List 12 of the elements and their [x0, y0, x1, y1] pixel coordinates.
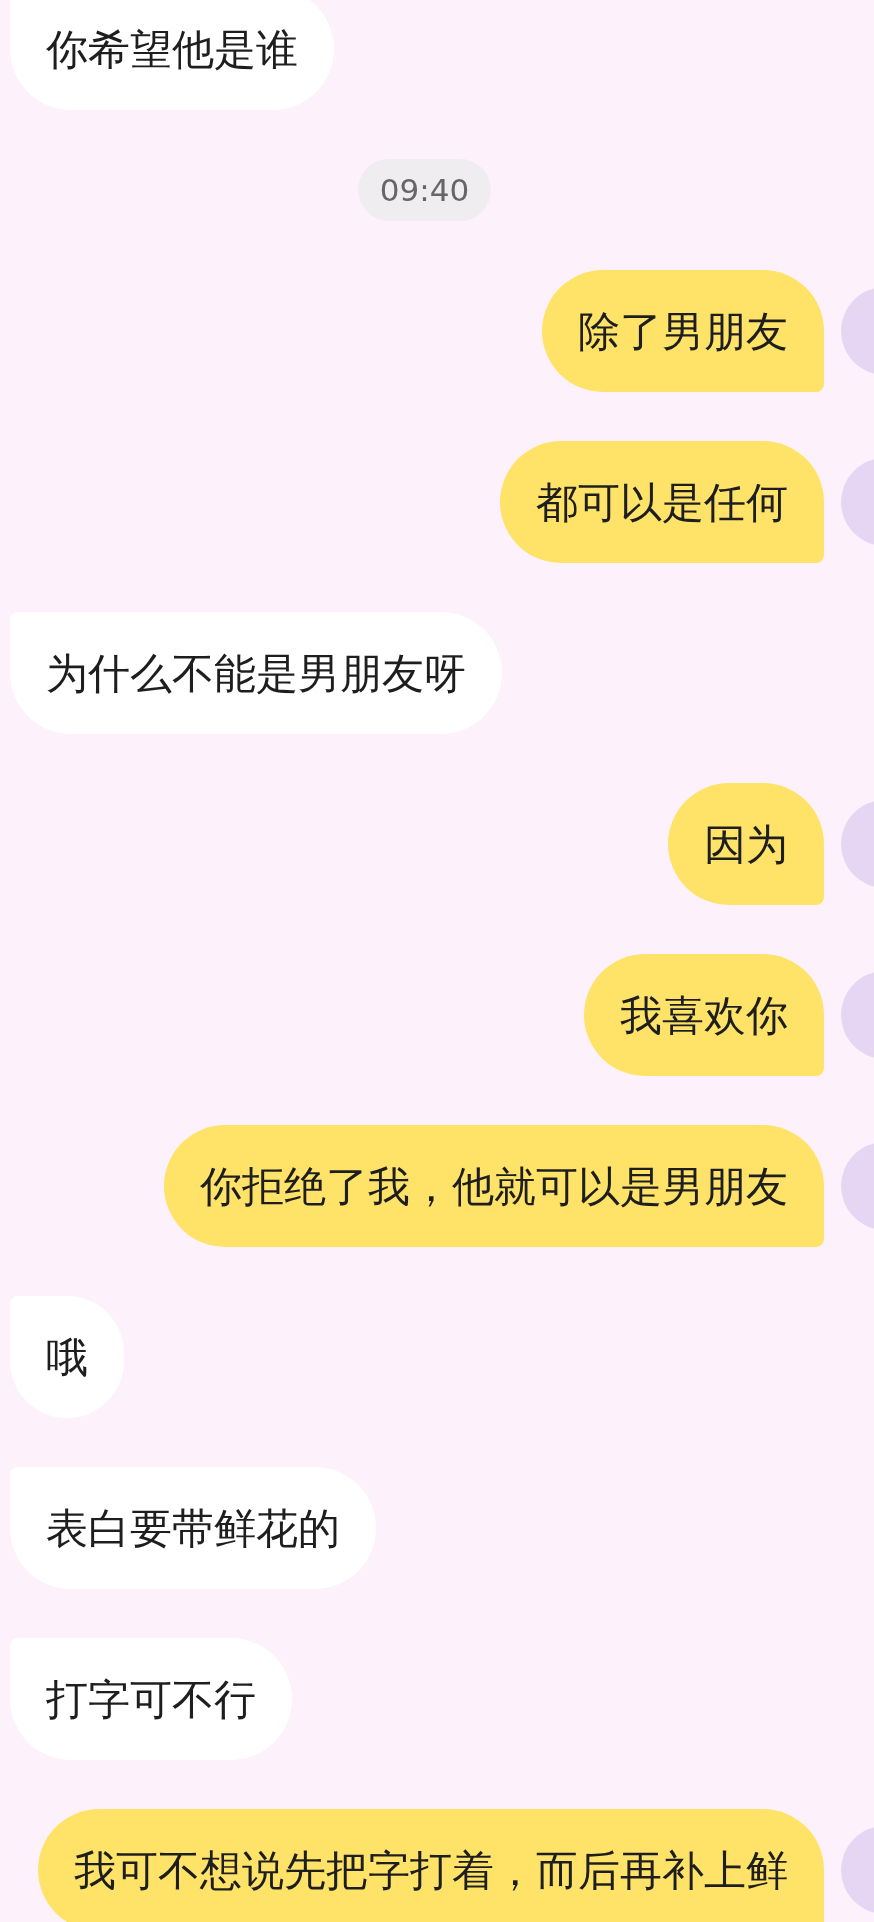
outgoing-message: 因为	[668, 783, 824, 905]
incoming-message: 打字可不行	[10, 1638, 292, 1760]
incoming-message: 表白要带鲜花的	[10, 1467, 376, 1589]
timestamp: 09:40	[357, 159, 492, 221]
outgoing-message: 你拒绝了我，他就可以是男朋友	[164, 1125, 824, 1247]
outgoing-message: 我喜欢你	[584, 954, 824, 1076]
outgoing-message: 我可不想说先把字打着，而后再补上鲜	[38, 1809, 824, 1922]
outgoing-message: 都可以是任何	[500, 441, 824, 563]
incoming-message: 哦	[10, 1296, 124, 1418]
outgoing-message: 除了男朋友	[542, 270, 824, 392]
incoming-message: 你希望他是谁	[10, 0, 334, 110]
incoming-message: 为什么不能是男朋友呀	[10, 612, 502, 734]
